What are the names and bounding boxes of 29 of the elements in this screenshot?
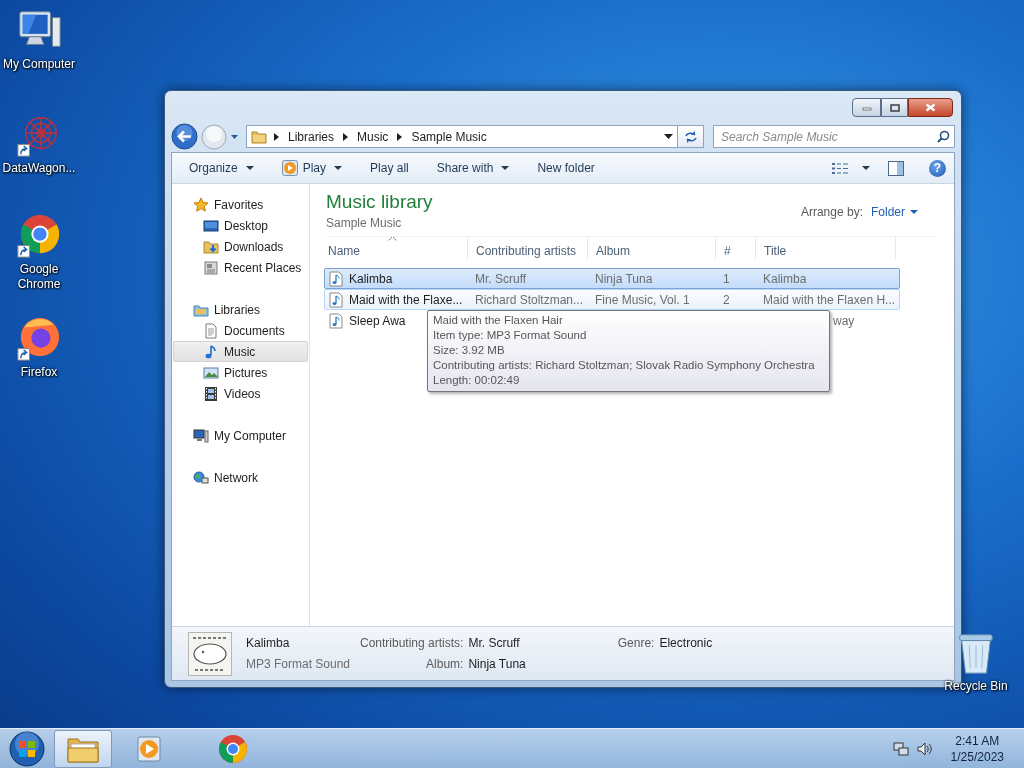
arrange-label: Arrange by: [800, 204, 863, 221]
tooltip-text: Maid with the Flaxen Hair [433, 313, 564, 328]
clock-time: 2:41 AM [955, 732, 1000, 749]
tooltip-text: Length: 00:02:49 [433, 373, 521, 388]
table-cell-text: Ninja Tuna [594, 270, 654, 288]
file-name: Maid with the Flaxe... [349, 291, 463, 309]
table-cell-text: Richard Stoltzman... [474, 291, 585, 309]
table-cell-text: 1 [722, 270, 731, 288]
table-cell-text: Fine Music, Vol. 1 [594, 291, 691, 309]
tooltip-text: Item type: MP3 Format Sound [433, 328, 588, 343]
table-cell-text: way [832, 312, 856, 330]
field-value: Ninja Tuna [468, 656, 526, 673]
library-title: Music library [326, 190, 433, 214]
file-name: Sleep Awa [349, 312, 406, 330]
details-title: Kalimba [246, 635, 291, 652]
field-value: Mr. Scruff [468, 635, 521, 652]
table-cell-text: Kalimba [762, 270, 808, 288]
table-cell-text: 2 [722, 291, 731, 309]
table-cell-text: Maid with the Flaxen H... [762, 291, 895, 309]
file-name: Kalimba [349, 270, 393, 288]
field-label: Album: [425, 656, 464, 673]
clock-date: 1/25/2023 [950, 748, 1004, 765]
tooltip-text: Size: 3.92 MB [433, 343, 506, 358]
library-subtitle: Sample Music [326, 215, 402, 232]
table-cell-text: Mr. Scruff [474, 270, 528, 288]
field-value: Electronic [659, 635, 713, 652]
field-label: Contributing artists: [360, 635, 464, 652]
field-label: Genre: [617, 635, 655, 652]
tooltip-text: Contributing artists: Richard Stoltzman; Slovak Radio Symphony Orchestra [433, 358, 816, 373]
